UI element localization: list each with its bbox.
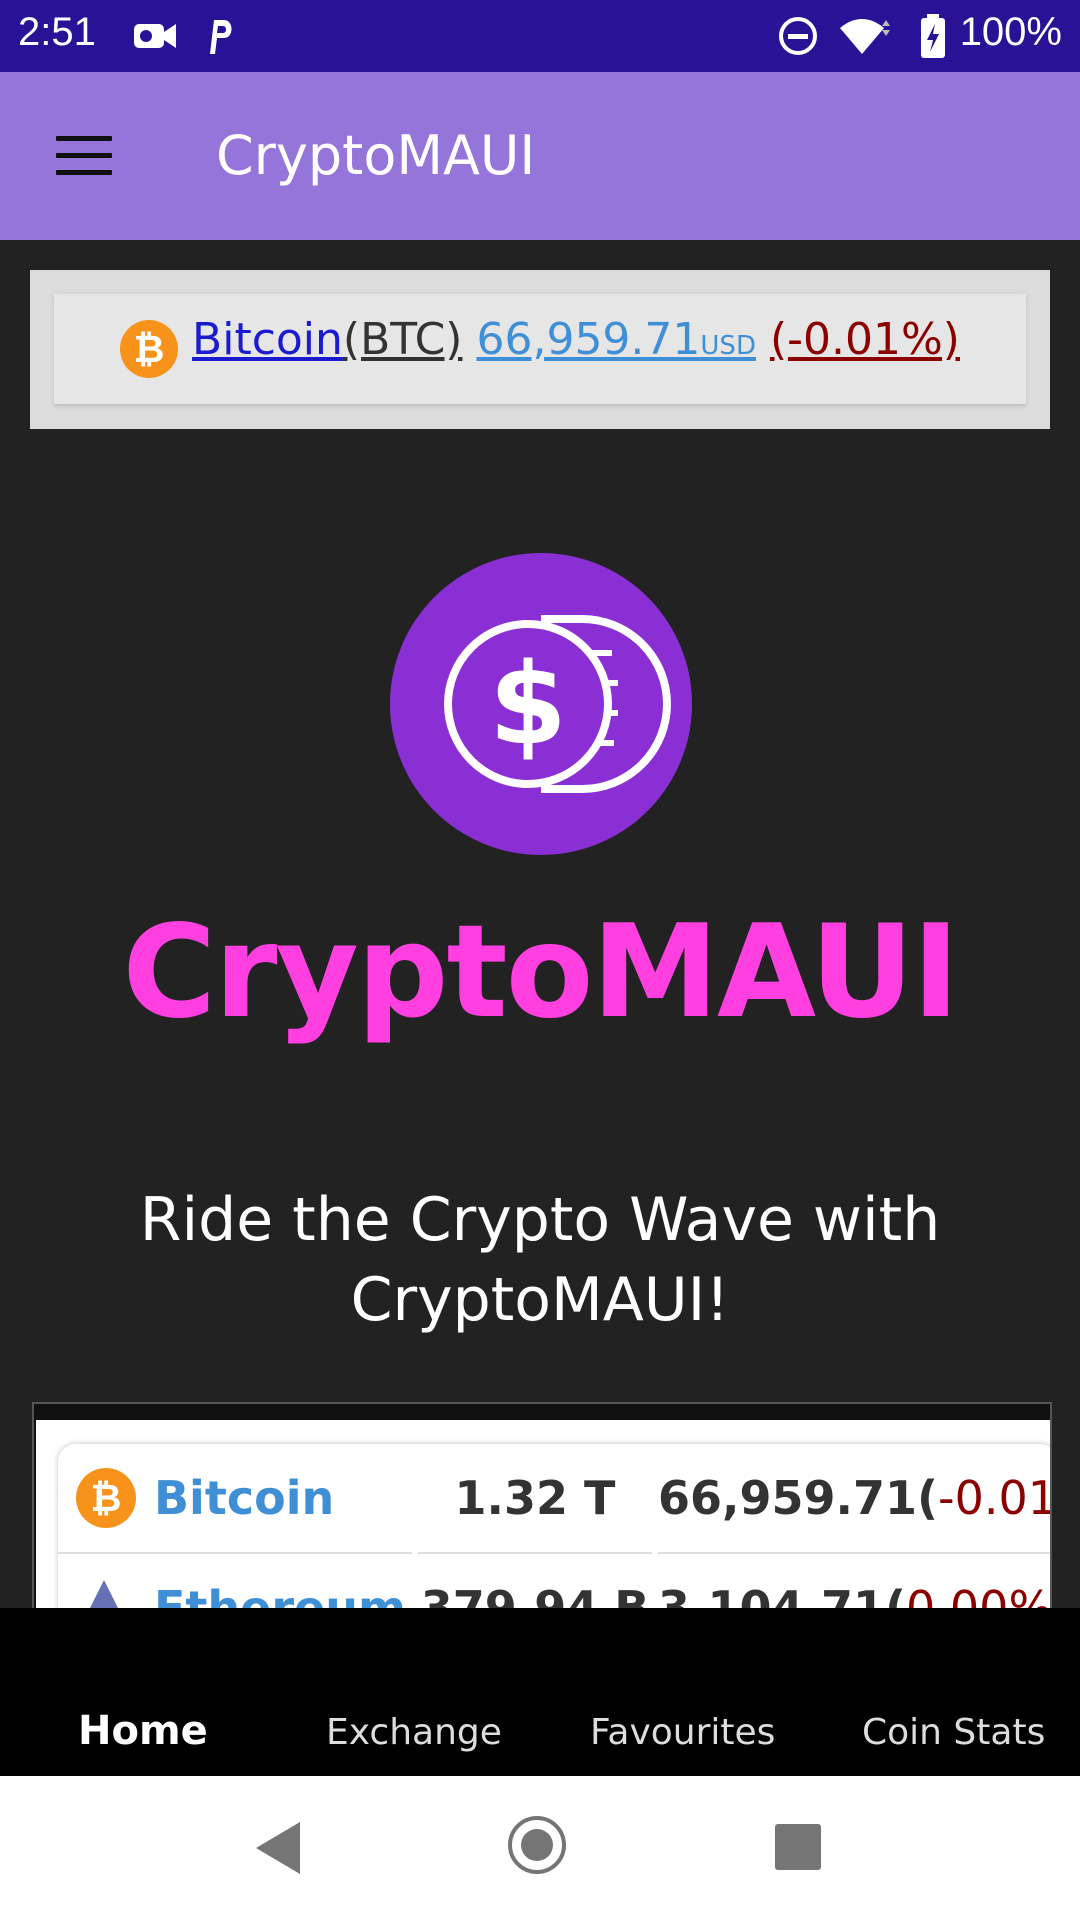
dollar-coin-icon: $ xyxy=(444,615,671,793)
video-camera-icon xyxy=(134,24,176,48)
home-icon[interactable] xyxy=(508,1816,566,1874)
bottom-tab-bar: Home Exchange Favourites Coin Stats xyxy=(0,1608,1080,1776)
ticker-content[interactable]: ₿ Bitcoin(BTC) 66,959.71USD (-0.01%) xyxy=(54,314,1026,378)
recent-apps-icon[interactable] xyxy=(775,1824,821,1870)
status-time: 2:51 xyxy=(18,10,96,54)
table-row[interactable]: Ethereum 379.94 B 3,104.71(0.00%) xyxy=(58,1554,1050,1610)
ticker-currency: USD xyxy=(700,331,756,361)
table-row[interactable]: ₿ Bitcoin 1.32 T 66,959.71(-0.01%) xyxy=(58,1444,1050,1554)
bitcoin-icon: ₿ xyxy=(76,1468,136,1528)
tab-favourites[interactable]: Favourites xyxy=(590,1712,775,1753)
svg-text:$: $ xyxy=(489,640,567,770)
battery-percentage: 100% xyxy=(959,10,1062,54)
do-not-disturb-icon xyxy=(779,17,817,55)
p-notification-icon xyxy=(210,20,232,54)
coin-name[interactable]: Ethereum xyxy=(154,1554,406,1610)
app-bar: CryptoMAUI xyxy=(0,72,1080,240)
ticker-price[interactable]: 66,959.71USD xyxy=(476,314,756,365)
ticker-price-value: 66,959.71 xyxy=(476,314,701,365)
coin-name-cell[interactable]: ₿ Bitcoin xyxy=(58,1444,412,1554)
tab-coin-stats[interactable]: Coin Stats xyxy=(862,1712,1045,1753)
price-cell: 3,104.71(0.00%) xyxy=(658,1554,1050,1610)
ticker-change[interactable]: (-0.01%) xyxy=(770,314,960,365)
logo-circle: $ xyxy=(390,553,692,855)
system-navigation-bar xyxy=(0,1776,1080,1920)
wifi-icon xyxy=(840,19,890,54)
bitcoin-icon: ₿ xyxy=(120,320,179,378)
ticker-card[interactable]: ₿ Bitcoin(BTC) 66,959.71USD (-0.01%) xyxy=(54,294,1026,404)
tab-home[interactable]: Home xyxy=(78,1708,208,1754)
battery-charging-icon xyxy=(921,14,945,58)
market-cap-cell: 379.94 B xyxy=(418,1554,652,1610)
tab-exchange[interactable]: Exchange xyxy=(326,1712,502,1753)
status-bar: 2:51 100% xyxy=(0,0,1080,72)
price-ticker: ₿ Bitcoin(BTC) 66,959.71USD (-0.01%) xyxy=(30,270,1050,429)
table-body: ₿ Bitcoin 1.32 T 66,959.71(-0.01%) Ether… xyxy=(36,1420,1050,1610)
app-title: CryptoMAUI xyxy=(216,124,536,187)
price-change: -0.01% xyxy=(938,1471,1050,1525)
price-value: 66,959.71 xyxy=(658,1471,917,1525)
table-card: ₿ Bitcoin 1.32 T 66,959.71(-0.01%) Ether… xyxy=(58,1444,1050,1610)
coin-table: ₿ Bitcoin 1.32 T 66,959.71(-0.01%) Ether… xyxy=(32,1402,1052,1612)
back-icon[interactable] xyxy=(256,1822,300,1874)
hamburger-menu-icon[interactable] xyxy=(56,136,112,176)
logo-wordmark: CryptoMAUI xyxy=(122,898,959,1047)
table-header-bar xyxy=(34,1404,1050,1418)
coin-name[interactable]: Bitcoin xyxy=(154,1444,334,1552)
tagline: Ride the Crypto Wave with CryptoMAUI! xyxy=(139,1185,941,1335)
ticker-coin-name[interactable]: Bitcoin xyxy=(192,314,343,365)
coin-name-cell[interactable]: Ethereum xyxy=(58,1554,412,1610)
market-cap-cell: 1.32 T xyxy=(418,1444,652,1554)
price-cell: 66,959.71(-0.01%) xyxy=(658,1444,1050,1554)
ticker-symbol[interactable]: (BTC) xyxy=(343,314,463,365)
